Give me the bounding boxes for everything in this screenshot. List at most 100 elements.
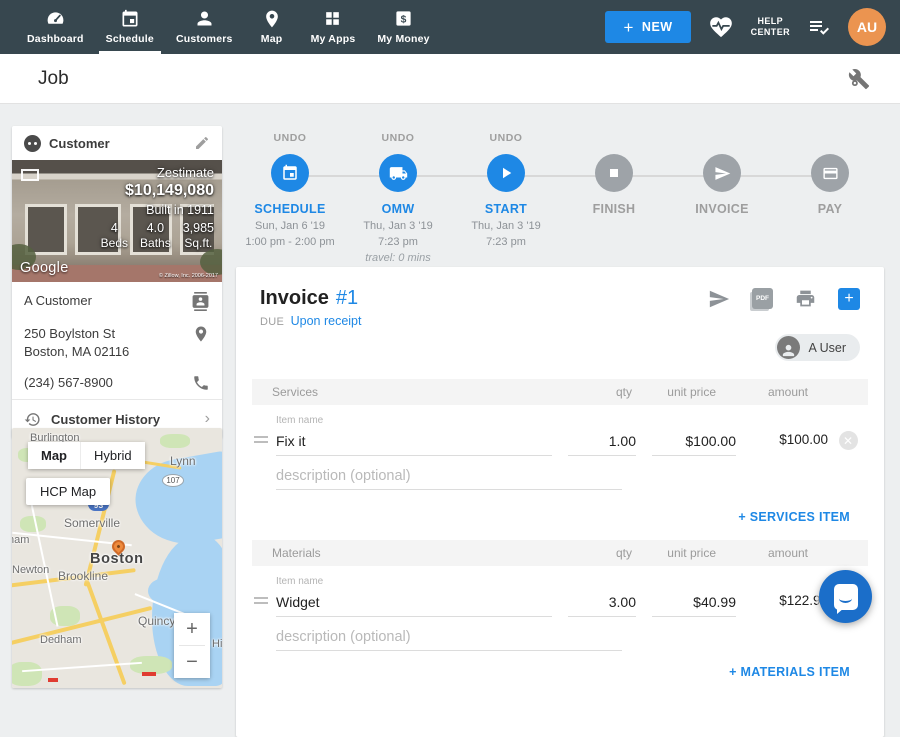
customer-card-header: Customer <box>12 126 222 160</box>
edit-customer-icon[interactable] <box>194 135 210 151</box>
nav-label: Map <box>261 33 283 45</box>
zillow-copyright: © Zillow, Inc. 2006-2017 <box>159 273 218 279</box>
location-pin-icon[interactable] <box>184 325 210 343</box>
service-amount: $100.00 <box>736 432 828 456</box>
finish-step-button[interactable] <box>595 154 633 192</box>
travel-time: travel: 0 mins <box>363 251 432 267</box>
undo-omw-link[interactable]: UNDO <box>382 132 415 146</box>
map-label: Lynn <box>170 454 196 468</box>
nav-tab-my-money[interactable]: $ My Money <box>366 0 440 54</box>
help-center-link[interactable]: HELP CENTER <box>751 16 790 39</box>
services-section-header: Services qty unit price amount <box>252 379 868 405</box>
due-terms-link[interactable]: Upon receipt <box>291 314 362 328</box>
address-line2: Boston, MA 02116 <box>24 344 129 359</box>
assignee-chip[interactable]: A User <box>775 334 860 361</box>
material-unit-price-input[interactable] <box>652 591 736 617</box>
drag-handle[interactable] <box>254 433 276 456</box>
assignee-avatar-icon <box>777 336 800 359</box>
service-line-item: Item name $100.00 ✕ <box>252 415 868 490</box>
map-card: Burlington Lynn ham Somerville Boston Ne… <box>12 428 222 688</box>
nav-tab-my-apps[interactable]: My Apps <box>300 0 367 54</box>
nav-label: Dashboard <box>27 33 84 45</box>
send-invoice-icon[interactable] <box>708 288 730 310</box>
add-invoice-button[interactable]: + <box>838 288 860 310</box>
timeline-step-finish: FINISH <box>560 132 668 267</box>
map-road <box>12 606 152 646</box>
invoice-step-button[interactable] <box>703 154 741 192</box>
nav-tab-map[interactable]: Map <box>244 0 300 54</box>
qty-column-header: qty <box>564 546 632 560</box>
drag-handle[interactable] <box>254 594 276 617</box>
invoice-number: #1 <box>336 287 358 310</box>
add-services-item-link[interactable]: + SERVICES ITEM <box>738 510 850 524</box>
material-qty-input[interactable] <box>568 591 636 617</box>
top-nav: Dashboard Schedule Customers Map My Apps <box>0 0 900 54</box>
item-name-label: Item name <box>276 415 552 426</box>
map-type-map-button[interactable]: Map <box>28 442 80 469</box>
timeline-step-start: UNDO START Thu, Jan 3 '19 7:23 pm <box>452 132 560 267</box>
property-photo[interactable]: Zestimate $10,149,080 Built in 1911 4Bed… <box>12 160 222 282</box>
map-label: ham <box>12 534 29 546</box>
nav-tab-customers[interactable]: Customers <box>165 0 244 54</box>
undo-schedule-link[interactable]: UNDO <box>274 132 307 146</box>
nav-tab-schedule[interactable]: Schedule <box>95 0 165 54</box>
print-icon[interactable] <box>795 288 816 309</box>
hcp-map-button[interactable]: HCP Map <box>26 478 110 505</box>
nav-label: My Apps <box>311 33 356 45</box>
customer-card: Customer Zestimate $10,149,080 Built in … <box>12 126 222 438</box>
materials-section-header: Materials qty unit price amount <box>252 540 868 566</box>
service-description-input[interactable] <box>276 464 622 490</box>
schedule-step-button[interactable] <box>271 154 309 192</box>
customer-phone-row: (234) 567-8900 <box>12 367 222 399</box>
service-unit-price-input[interactable] <box>652 430 736 456</box>
material-description-input[interactable] <box>276 625 622 651</box>
zestimate-overlay: Zestimate $10,149,080 Built in 1911 4Bed… <box>101 165 214 250</box>
foliage <box>200 249 222 275</box>
chat-bubble-icon <box>834 584 858 610</box>
schedule-icon <box>120 8 140 30</box>
map-type-hybrid-button[interactable]: Hybrid <box>80 442 145 469</box>
customer-address-row: 250 Boylston St Boston, MA 02116 <box>12 318 222 367</box>
new-button[interactable]: + NEW <box>605 11 690 43</box>
street-view-frame-icon[interactable] <box>21 169 39 181</box>
timeline-step-pay: PAY <box>776 132 884 267</box>
google-logo: Google <box>20 260 69 276</box>
start-step-button[interactable] <box>487 154 525 192</box>
material-item-name-input[interactable] <box>276 591 552 617</box>
pay-step-button[interactable] <box>811 154 849 192</box>
undo-start-link[interactable]: UNDO <box>490 132 523 146</box>
service-item-name-input[interactable] <box>276 430 552 456</box>
phone-icon[interactable] <box>184 374 210 392</box>
map-label: Newton <box>12 564 49 576</box>
delete-service-item-button[interactable]: ✕ <box>839 431 858 450</box>
unit-price-column-header: unit price <box>632 546 716 560</box>
map-canvas[interactable]: Burlington Lynn ham Somerville Boston Ne… <box>12 428 222 688</box>
customer-name-row: A Customer <box>12 282 222 318</box>
play-icon <box>497 164 515 182</box>
health-heart-icon[interactable] <box>708 14 734 40</box>
pdf-icon[interactable]: PDF <box>752 288 773 309</box>
map-label: Dedham <box>40 634 82 646</box>
address-line1: 250 Boylston St <box>24 326 115 341</box>
history-icon <box>24 411 41 428</box>
nav-tab-dashboard[interactable]: Dashboard <box>16 0 95 54</box>
zoom-in-button[interactable]: + <box>174 613 210 645</box>
contact-card-icon[interactable] <box>183 292 210 311</box>
user-avatar[interactable]: AU <box>848 8 886 46</box>
omw-step-button[interactable] <box>379 154 417 192</box>
nav-label: Customers <box>176 33 233 45</box>
invoice-title: Invoice <box>260 287 329 310</box>
services-title: Services <box>272 385 318 399</box>
nav-label: My Money <box>377 33 429 45</box>
chat-support-button[interactable] <box>819 570 872 623</box>
timeline-step-omw: UNDO OMW Thu, Jan 3 '19 7:23 pm travel: … <box>344 132 452 267</box>
task-list-icon[interactable] <box>807 15 831 39</box>
materials-title: Materials <box>272 546 321 560</box>
service-qty-input[interactable] <box>568 430 636 456</box>
job-settings-icon[interactable] <box>848 68 870 90</box>
due-row: DUE Upon receipt <box>260 314 860 328</box>
svg-text:$: $ <box>401 14 407 25</box>
zoom-out-button[interactable]: − <box>174 646 210 678</box>
add-materials-item-link[interactable]: + MATERIALS ITEM <box>729 665 850 679</box>
nav-label: Schedule <box>106 33 154 45</box>
